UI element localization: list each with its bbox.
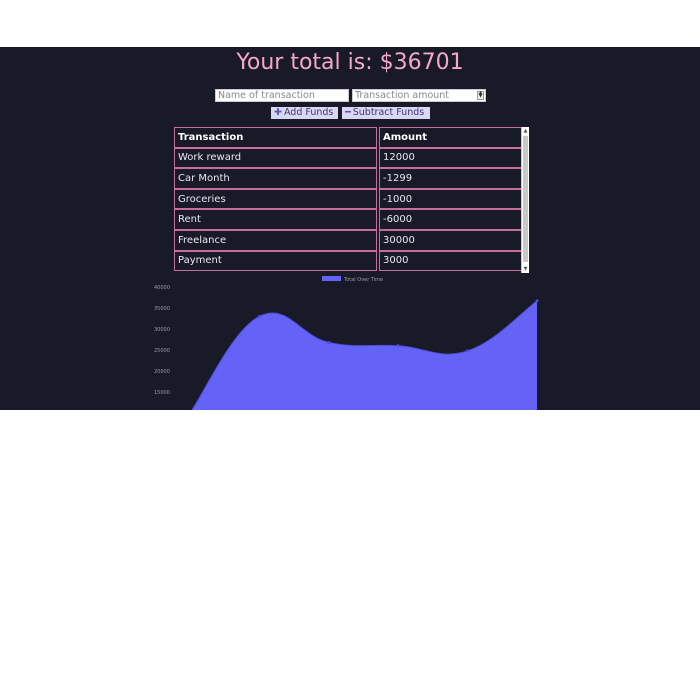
data-point: [327, 340, 331, 344]
y-tick-label: 20000: [154, 369, 170, 375]
transaction-name-placeholder: Name of transaction: [218, 90, 315, 101]
table-row: Rent -6000: [174, 209, 524, 230]
data-point: [466, 349, 470, 353]
y-tick-label: 35000: [154, 306, 170, 312]
total-heading: Your total is: $36701: [236, 50, 464, 75]
data-point: [257, 314, 261, 318]
transaction-name-cell: Payment: [174, 250, 377, 272]
subtract-funds-label: Subtract Funds: [352, 107, 425, 118]
table-scrollbar[interactable]: ▲ ▼: [521, 127, 529, 273]
app-container: Your total is: $36701 Name of transactio…: [0, 47, 700, 410]
legend-label: Total Over Time: [343, 277, 383, 283]
y-tick-label: 25000: [154, 348, 170, 354]
scroll-up-icon[interactable]: ▲: [522, 128, 529, 134]
series-area: [191, 300, 537, 410]
minus-icon: ━: [345, 107, 351, 118]
transaction-name-cell: Work reward: [174, 147, 377, 169]
y-tick-label: 40000: [154, 285, 170, 291]
transaction-amount-cell: 12000: [379, 147, 524, 169]
total-over-time-chart: 40000 35000 30000 25000 20000 15000 Total Over…: [154, 276, 539, 410]
transaction-amount-cell: -1299: [379, 168, 524, 189]
add-funds-button[interactable]: ✚ Add Funds: [271, 107, 338, 119]
transaction-name-cell: Groceries: [174, 188, 377, 210]
scroll-down-icon[interactable]: ▼: [522, 266, 529, 272]
transaction-amount-input[interactable]: Transaction amount ▲ ▼: [352, 89, 486, 102]
table-row: Payment 3000: [174, 250, 524, 272]
transactions-table: Transaction Amount Work reward 12000 Car…: [172, 127, 526, 272]
table-header-row: Transaction Amount: [174, 127, 524, 148]
table-row: Groceries -1000: [174, 188, 524, 210]
y-tick-label: 15000: [154, 390, 170, 396]
legend-swatch: [322, 276, 341, 281]
transaction-name-input[interactable]: Name of transaction: [215, 89, 349, 102]
number-spinner-icon[interactable]: ▲ ▼: [477, 91, 484, 100]
transaction-amount-cell: -6000: [379, 209, 524, 230]
data-point: [535, 299, 539, 303]
transaction-amount-cell: -1000: [379, 188, 524, 210]
table-row: Work reward 12000: [174, 147, 524, 169]
transactions-table-container[interactable]: Transaction Amount Work reward 12000 Car…: [172, 127, 530, 273]
scrollbar-thumb[interactable]: [523, 136, 528, 262]
transaction-name-cell: Freelance: [174, 229, 377, 251]
data-point: [396, 344, 400, 348]
transaction-name-cell: Car Month: [174, 168, 377, 189]
add-funds-label: Add Funds: [283, 107, 334, 118]
transaction-amount-cell: 30000: [379, 229, 524, 251]
plus-icon: ✚: [274, 107, 282, 118]
column-header-transaction: Transaction: [174, 127, 377, 148]
subtract-funds-button[interactable]: ━ Subtract Funds: [342, 107, 430, 119]
transaction-name-cell: Rent: [174, 209, 377, 230]
table-row: Freelance 30000: [174, 229, 524, 251]
table-row: Car Month -1299: [174, 168, 524, 189]
column-header-amount: Amount: [379, 127, 524, 148]
transaction-amount-placeholder: Transaction amount: [355, 90, 450, 101]
y-tick-label: 30000: [154, 327, 170, 333]
transaction-amount-cell: 3000: [379, 250, 524, 272]
